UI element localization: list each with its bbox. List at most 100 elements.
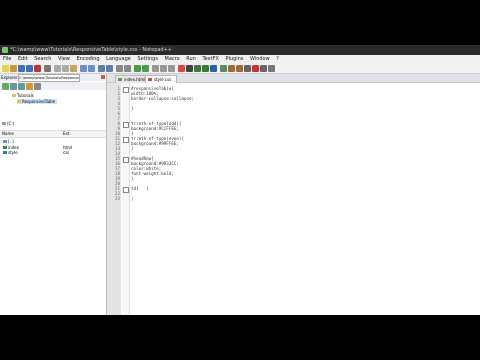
file-list-header: Name Ext. [0, 130, 106, 138]
back-icon[interactable] [10, 83, 17, 90]
filter-icon[interactable] [34, 83, 41, 90]
tab-bar: index.html style.css [107, 74, 480, 83]
menu-run[interactable]: Run [186, 55, 196, 64]
forward-icon[interactable] [18, 83, 25, 90]
new-file-icon[interactable] [2, 65, 9, 72]
tree-label: Tutorials [17, 93, 34, 98]
save-macro-icon[interactable] [210, 65, 217, 72]
column-name[interactable]: Name [2, 131, 14, 137]
explorer-panel: Explorer C:\wamp\www\Tutorials\Responsiv… [0, 74, 107, 315]
plugin-extra-icon[interactable] [260, 65, 267, 72]
replace-icon[interactable] [106, 65, 113, 72]
drive-label: (C:) [7, 121, 15, 126]
redo-icon[interactable] [88, 65, 95, 72]
open-file-icon[interactable] [10, 65, 17, 72]
html-file-icon [3, 146, 7, 149]
undo-icon[interactable] [80, 65, 87, 72]
line-number-gutter: 1 2 3 4 5 6 7 8 9 10 11 12 13 14 15 16 1… [107, 83, 121, 315]
play-macro-icon[interactable] [194, 65, 201, 72]
explorer-toolbar [0, 82, 106, 90]
tab-label: style.css [154, 77, 172, 82]
fold-toggle-icon[interactable] [123, 87, 129, 93]
code-line: } [131, 176, 134, 181]
tree-item-tutorials[interactable]: Tutorials [12, 93, 34, 98]
notepad-window: *C:\wamp\www\Tutorials\ResponsiveTable\s… [0, 45, 480, 315]
plugin-icon[interactable] [244, 65, 251, 72]
text-cursor: | [131, 196, 134, 201]
notepadpp-icon [2, 47, 8, 53]
folder-icon [12, 94, 16, 97]
zoom-out-icon[interactable] [124, 65, 131, 72]
indent-guide-icon[interactable] [168, 65, 175, 72]
tab-style-css[interactable]: style.css [145, 75, 177, 83]
explorer-path-field[interactable]: C:\wamp\www\Tutorials\Responsive [18, 74, 80, 82]
code-line: background:#CCFFEE; [131, 126, 179, 131]
menu-language[interactable]: Language [106, 55, 131, 64]
menu-window[interactable]: Window [250, 55, 270, 64]
fold-toggle-icon[interactable] [123, 157, 129, 163]
run-macro-icon[interactable] [202, 65, 209, 72]
close-icon[interactable] [34, 65, 41, 72]
drive-icon [2, 122, 6, 125]
menu-plugins[interactable]: Plugins [225, 55, 243, 64]
line-number: 23 [114, 196, 120, 201]
menu-file[interactable]: File [3, 55, 11, 64]
find-icon[interactable] [98, 65, 105, 72]
close-panel-icon[interactable] [101, 75, 105, 79]
folder-icon [17, 100, 21, 103]
plugin-more-icon[interactable] [268, 65, 275, 72]
zoom-in-icon[interactable] [116, 65, 123, 72]
explorer-label: Explorer [1, 75, 18, 80]
file-ext: css [63, 150, 70, 155]
save-all-icon[interactable] [26, 65, 33, 72]
menu-bar: File Edit Search View Encoding Language … [0, 55, 480, 64]
sync-scroll-icon[interactable] [134, 65, 141, 72]
column-ext[interactable]: Ext. [63, 131, 71, 137]
menu-settings[interactable]: Settings [137, 55, 158, 64]
folder-tree: Tutorials ResponsiveTable [0, 91, 106, 113]
menu-help[interactable]: ? [276, 55, 279, 64]
menu-edit[interactable]: Edit [18, 55, 28, 64]
paste-icon[interactable] [70, 65, 77, 72]
code-line: td{ } [131, 186, 149, 191]
plugin-stop-icon[interactable] [252, 65, 259, 72]
code-line: } [131, 106, 134, 111]
fold-toggle-icon[interactable] [123, 122, 129, 128]
window-title: *C:\wamp\www\Tutorials\ResponsiveTable\s… [10, 47, 172, 53]
file-tab-icon [118, 78, 122, 81]
explorer-toggle-icon[interactable] [228, 65, 235, 72]
stop-macro-icon[interactable] [186, 65, 193, 72]
list-item[interactable]: style css [3, 150, 103, 155]
tree-label: ResponsiveTable [22, 99, 56, 104]
refresh-icon[interactable] [2, 83, 9, 90]
file-name: style [8, 150, 18, 155]
copy-icon[interactable] [62, 65, 69, 72]
fold-toggle-icon[interactable] [123, 187, 129, 193]
fold-margin [122, 83, 130, 315]
favorites-icon[interactable] [26, 83, 33, 90]
drive-selector[interactable]: (C:) [2, 121, 14, 126]
menu-search[interactable]: Search [34, 55, 51, 64]
menu-textfx[interactable]: TextFX [202, 55, 218, 64]
word-wrap-icon[interactable] [152, 65, 159, 72]
editor-pane: index.html style.css 1 2 3 4 5 6 7 8 9 1… [107, 74, 480, 315]
save-icon[interactable] [18, 65, 25, 72]
sync-h-icon[interactable] [142, 65, 149, 72]
menu-macro[interactable]: Macro [165, 55, 180, 64]
menu-encoding[interactable]: Encoding [77, 55, 100, 64]
code-line: background:#99FFEE; [131, 141, 179, 146]
spellcheck-icon[interactable] [220, 65, 227, 72]
code-line: border-collapse:collapse; [131, 96, 195, 101]
record-macro-icon[interactable] [178, 65, 185, 72]
parent-dir-row[interactable]: [..] [3, 139, 103, 144]
fold-toggle-icon[interactable] [123, 137, 129, 143]
all-chars-icon[interactable] [160, 65, 167, 72]
cut-icon[interactable] [54, 65, 61, 72]
print-icon[interactable] [44, 65, 51, 72]
up-label: [..] [8, 139, 14, 144]
function-list-icon[interactable] [236, 65, 243, 72]
tree-item-responsivetable[interactable]: ResponsiveTable [17, 99, 58, 104]
menu-view[interactable]: View [58, 55, 70, 64]
tab-index-html[interactable]: index.html [115, 75, 147, 83]
explorer-header: Explorer C:\wamp\www\Tutorials\Responsiv… [0, 74, 106, 82]
